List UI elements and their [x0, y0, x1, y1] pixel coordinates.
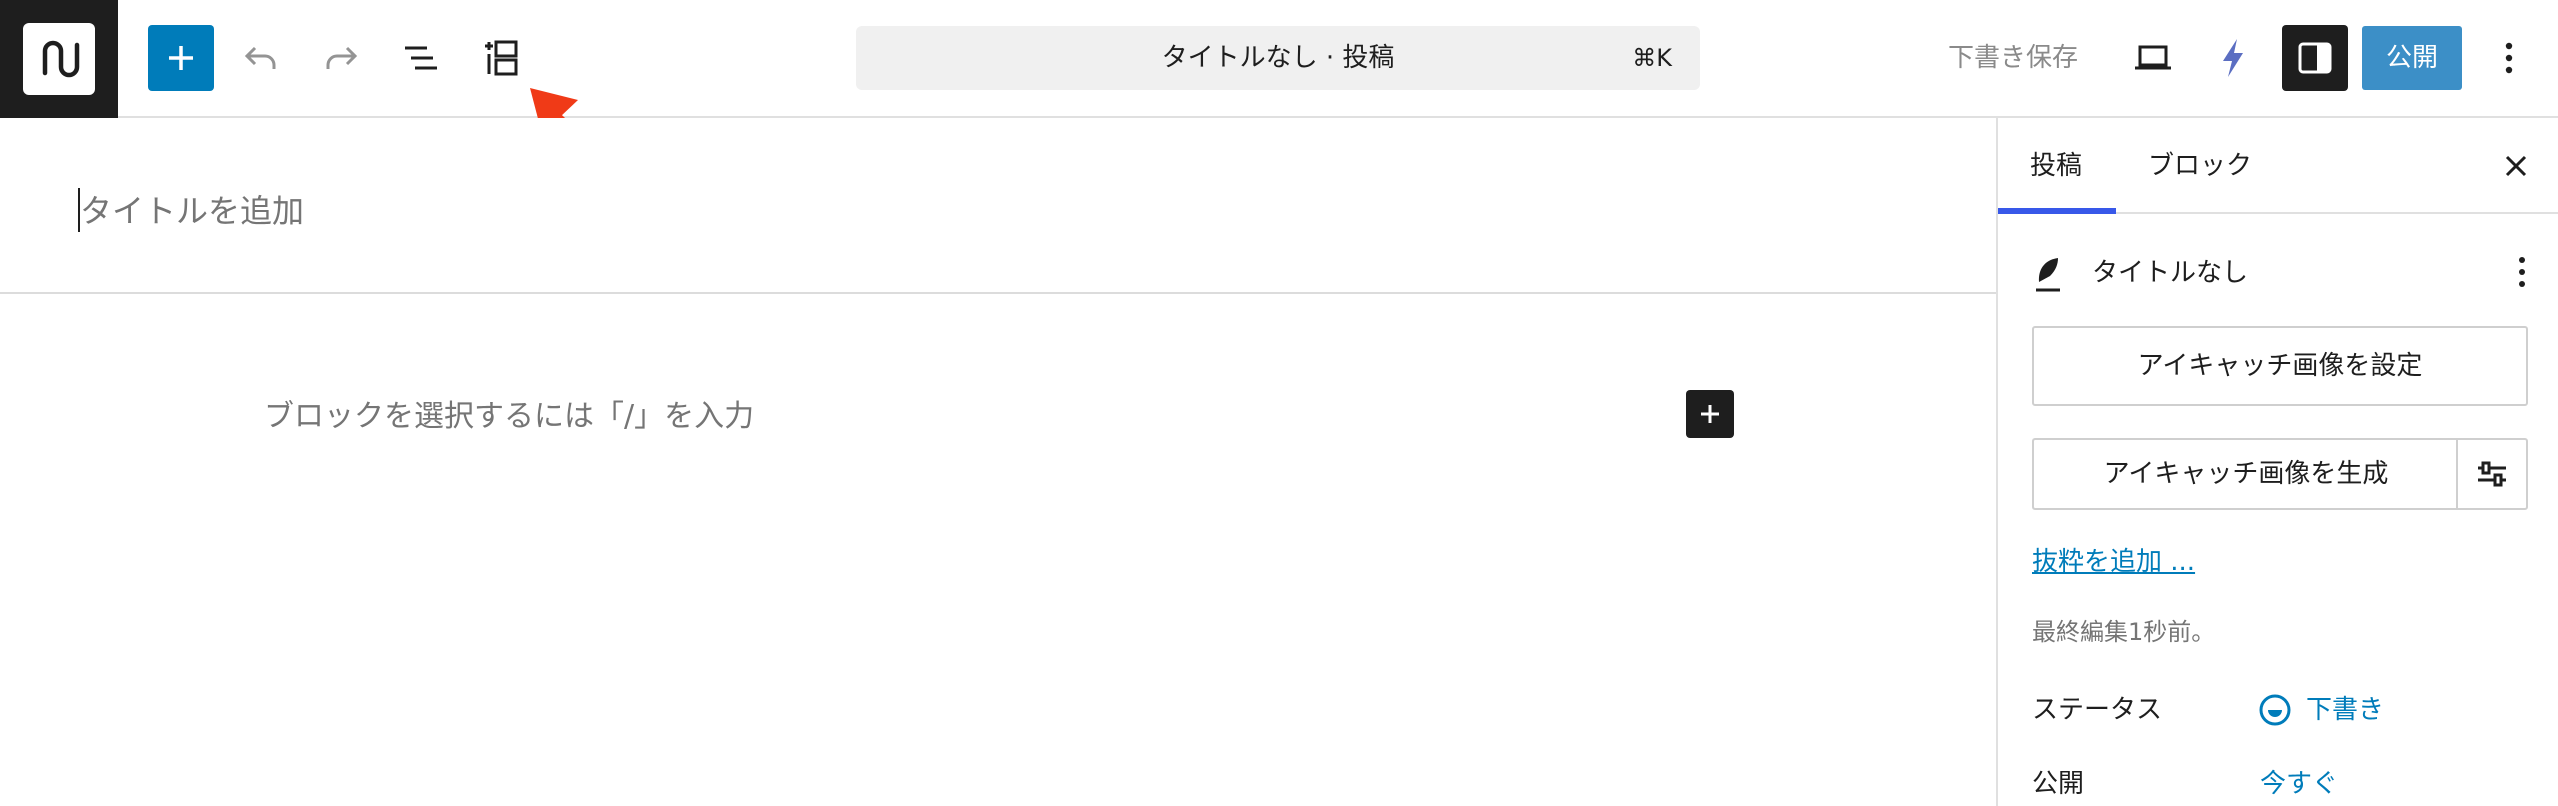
tab-post[interactable]: 投稿 — [2030, 118, 2082, 214]
post-summary-row: タイトルなし — [2030, 246, 2530, 300]
list-view-icon — [405, 46, 437, 70]
sidebar-tabs: 投稿 ブロック — [1998, 118, 2558, 214]
redo-icon — [326, 46, 358, 69]
performance-button[interactable] — [2200, 25, 2266, 91]
draft-status-icon — [2259, 694, 2291, 726]
status-value-label: 下書き — [2306, 695, 2385, 725]
set-featured-image-button[interactable]: アイキャッチ画像を設定 — [2032, 326, 2528, 406]
default-block-appender[interactable]: ブロックを選択するには「/」を入力 — [264, 392, 754, 442]
generate-featured-image-button[interactable]: アイキャッチ画像を生成 — [2032, 438, 2458, 510]
vertical-ellipsis-icon[interactable] — [2516, 254, 2528, 290]
site-logo-icon — [23, 23, 95, 95]
command-palette-bar[interactable]: タイトルなし · 投稿 ⌘K — [856, 26, 1700, 90]
publish-date-label: 公開 — [2032, 769, 2085, 799]
undo-button[interactable] — [228, 25, 294, 91]
publish-date-button[interactable]: 今すぐ — [2260, 764, 2338, 804]
editor-canvas: タイトルを追加 ブロックを選択するには「/」を入力 — [0, 118, 1996, 806]
last-edited-text: 最終編集1秒前。 — [2032, 618, 2216, 646]
close-icon[interactable] — [2498, 148, 2534, 184]
settings-sidebar: 投稿 ブロック タイトルなし アイキャッチ画像を設定 アイキャッチ画像を生成 抜… — [1996, 118, 2558, 806]
laptop-icon — [2135, 45, 2171, 70]
plus-icon — [1701, 405, 1719, 423]
post-title-input[interactable]: タイトルを追加 — [80, 184, 304, 238]
publish-button[interactable]: 公開 — [2362, 26, 2462, 90]
preview-button[interactable] — [2120, 25, 2186, 91]
status-value-button[interactable]: 下書き — [2258, 690, 2384, 730]
vertical-ellipsis-icon — [2505, 42, 2513, 74]
document-title: タイトルなし · 投稿 — [1161, 43, 1395, 73]
editor-header: タイトルなし · 投稿 ⌘K 下書き保存 公開 — [0, 0, 2558, 118]
options-menu-button[interactable] — [2476, 25, 2542, 91]
undo-icon — [244, 46, 276, 69]
save-draft-button[interactable]: 下書き保存 — [1948, 0, 2078, 116]
list-view-button[interactable] — [388, 25, 454, 91]
status-label: ステータス — [2032, 695, 2163, 725]
site-logo-button[interactable] — [0, 0, 118, 118]
settings-sidebar-toggle[interactable] — [2282, 25, 2348, 91]
sliders-icon — [2478, 461, 2506, 487]
tab-block[interactable]: ブロック — [2148, 118, 2252, 214]
bolt-icon — [2223, 39, 2243, 77]
active-tab-indicator — [1998, 208, 2116, 214]
post-title-label: タイトルなし — [2092, 258, 2249, 288]
block-inserter-icon — [485, 40, 518, 76]
redo-button[interactable] — [308, 25, 374, 91]
add-excerpt-link[interactable]: 抜粋を追加 ... — [2032, 542, 2195, 582]
post-title-area[interactable]: タイトルを追加 — [0, 118, 1996, 294]
generate-image-settings-button[interactable] — [2456, 438, 2528, 510]
feather-icon — [2036, 258, 2060, 292]
sidebar-icon — [2298, 42, 2332, 74]
plus-icon — [169, 46, 193, 70]
command-shortcut: ⌘K — [1632, 44, 1672, 72]
add-block-button[interactable] — [148, 25, 214, 91]
inline-add-block-button[interactable] — [1686, 390, 1734, 438]
